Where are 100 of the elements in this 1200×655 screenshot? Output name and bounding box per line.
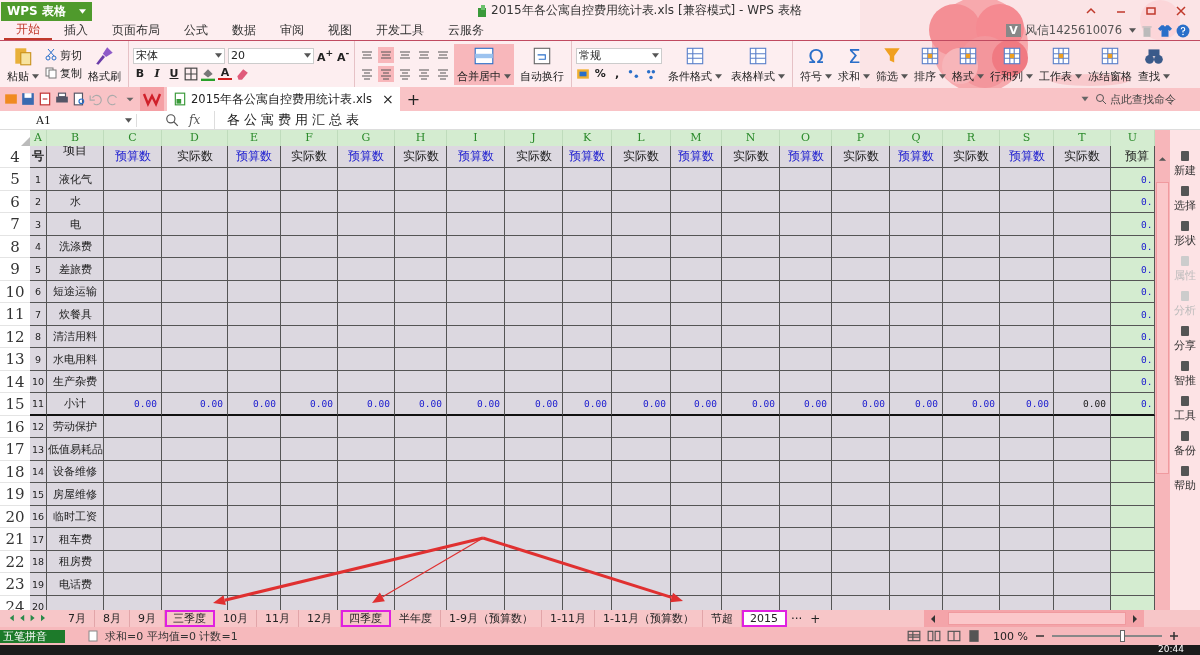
side-panel-button[interactable]: 备份: [1174, 430, 1196, 459]
cell-reference-field[interactable]: A1: [0, 113, 137, 127]
new-tab-button[interactable]: +: [402, 89, 425, 109]
side-panel-button[interactable]: 选择: [1174, 185, 1196, 214]
help-icon[interactable]: [1176, 23, 1190, 38]
column-header[interactable]: P: [832, 130, 890, 147]
paste-button[interactable]: 粘贴: [4, 43, 42, 85]
menu-tab[interactable]: 视图: [316, 21, 364, 40]
tool-button[interactable]: 冻结窗格: [1085, 43, 1136, 85]
menu-tab[interactable]: 插入: [52, 21, 100, 40]
document-tab[interactable]: 2015年各公寓自控费用统计表.xls ×: [167, 87, 400, 112]
font-style-button[interactable]: U: [167, 67, 181, 81]
w-logo-icon[interactable]: [140, 87, 164, 112]
font-size-button[interactable]: A$^{-}$: [336, 47, 351, 64]
reading-mode-icon[interactable]: [967, 629, 982, 644]
column-header[interactable]: T: [1054, 130, 1111, 147]
tool-button[interactable]: 格式: [949, 43, 988, 85]
style-button[interactable]: 表格样式: [728, 43, 789, 85]
font-name-field[interactable]: 宋体: [133, 47, 225, 64]
menu-tab[interactable]: 页面布局: [100, 21, 172, 40]
save-icon[interactable]: [21, 92, 35, 107]
tool-button[interactable]: 排序: [911, 43, 950, 85]
column-header[interactable]: H: [395, 130, 447, 147]
column-header[interactable]: U: [1111, 130, 1155, 147]
menu-tab[interactable]: 审阅: [268, 21, 316, 40]
column-header[interactable]: G: [338, 130, 395, 147]
tool-button[interactable]: Σ 求和: [835, 43, 874, 85]
column-header[interactable]: S: [1000, 130, 1054, 147]
document-tab-title[interactable]: 2015年各公寓自控费用统计表.xls: [191, 91, 372, 107]
tool-button[interactable]: 查找: [1135, 43, 1174, 85]
style-button[interactable]: 条件格式: [665, 43, 726, 85]
column-header[interactable]: Q: [890, 130, 943, 147]
borders-icon[interactable]: [184, 66, 198, 81]
font-size-button[interactable]: A$^{+}$: [317, 47, 334, 64]
column-header[interactable]: M: [671, 130, 722, 147]
add-sheet-button[interactable]: +: [806, 610, 825, 628]
column-header[interactable]: L: [612, 130, 671, 147]
zoom-icon[interactable]: [165, 113, 179, 128]
column-header[interactable]: J: [505, 130, 563, 147]
preview-icon[interactable]: [72, 92, 86, 107]
side-panel-button[interactable]: 分享: [1174, 325, 1196, 354]
column-header[interactable]: A: [30, 130, 47, 147]
side-panel-button[interactable]: 工具: [1174, 395, 1196, 424]
font-style-button[interactable]: I: [150, 67, 164, 81]
font-size-field[interactable]: 20: [228, 47, 314, 64]
shirt-icon[interactable]: [1158, 23, 1172, 38]
merge-center-button[interactable]: 合并居中: [454, 43, 515, 85]
number-style-button[interactable]: %: [593, 67, 608, 81]
function-label[interactable]: fx: [189, 113, 201, 128]
normal-view-icon[interactable]: [907, 629, 922, 644]
sheet-tab[interactable]: 四季度: [341, 610, 391, 628]
font-color-button[interactable]: A: [218, 67, 232, 81]
side-panel-button[interactable]: 形状: [1174, 220, 1196, 249]
column-header[interactable]: N: [722, 130, 780, 147]
menu-tab[interactable]: 公式: [172, 21, 220, 40]
scrollbar-thumb[interactable]: [948, 612, 1126, 626]
close-tab-button[interactable]: ×: [381, 91, 394, 108]
sheet-tab[interactable]: 三季度: [165, 610, 215, 628]
horizontal-scrollbar[interactable]: [924, 610, 1144, 628]
align-icon[interactable]: [378, 65, 395, 82]
column-header[interactable]: R: [943, 130, 1000, 147]
menu-tab[interactable]: 开发工具: [364, 21, 436, 40]
app-menu-button[interactable]: WPS 表格: [1, 1, 92, 21]
zoom-slider[interactable]: [1052, 629, 1162, 644]
right-arrow-icon[interactable]: [1132, 613, 1138, 624]
copy-button[interactable]: 复制: [45, 65, 82, 81]
collapse-icon[interactable]: [1086, 5, 1096, 16]
tool-button[interactable]: Ω 符号: [797, 43, 836, 85]
up-arrow-icon[interactable]: [1158, 156, 1167, 163]
account-name[interactable]: 风信1425610076: [1024, 23, 1122, 39]
number-style-button[interactable]: ,: [610, 67, 625, 81]
side-panel-button[interactable]: 新建: [1174, 150, 1196, 179]
tool-button[interactable]: 行和列: [987, 43, 1037, 85]
vertical-scrollbar[interactable]: [1155, 130, 1170, 611]
zoom-in-icon[interactable]: [1168, 630, 1180, 643]
menu-tab[interactable]: 数据: [220, 21, 268, 40]
maximize-icon[interactable]: [1146, 5, 1156, 16]
page-layout-icon[interactable]: [927, 629, 942, 644]
zoom-slider-thumb[interactable]: [1120, 630, 1126, 643]
pdf-icon[interactable]: [38, 92, 52, 107]
side-panel-button[interactable]: 智推: [1174, 360, 1196, 389]
column-header[interactable]: F: [281, 130, 338, 147]
tool-button[interactable]: 筛选: [873, 43, 912, 85]
align-icon[interactable]: [378, 46, 395, 63]
column-header[interactable]: E: [228, 130, 281, 147]
formula-field[interactable]: 各 公 寓 费 用 汇 总 表: [214, 111, 1200, 130]
font-style-button[interactable]: B: [133, 67, 147, 81]
input-method-badge[interactable]: 五笔拼音: [0, 629, 65, 643]
tool-button[interactable]: 工作表: [1036, 43, 1086, 85]
left-arrow-icon[interactable]: [930, 613, 937, 624]
menu-tab[interactable]: 开始: [4, 21, 52, 40]
page-break-icon[interactable]: [947, 629, 962, 644]
menu-tab[interactable]: 云服务: [436, 21, 496, 40]
side-panel-button[interactable]: 帮助: [1174, 465, 1196, 494]
sheet-tab[interactable]: 2015: [741, 610, 787, 628]
more-sheets-button[interactable]: ···: [786, 610, 807, 628]
scrollbar-thumb[interactable]: [1156, 182, 1169, 475]
format-painter-button[interactable]: 格式刷: [85, 43, 124, 85]
column-header[interactable]: B: [47, 130, 104, 147]
wrap-text-button[interactable]: 自动换行: [517, 43, 568, 85]
